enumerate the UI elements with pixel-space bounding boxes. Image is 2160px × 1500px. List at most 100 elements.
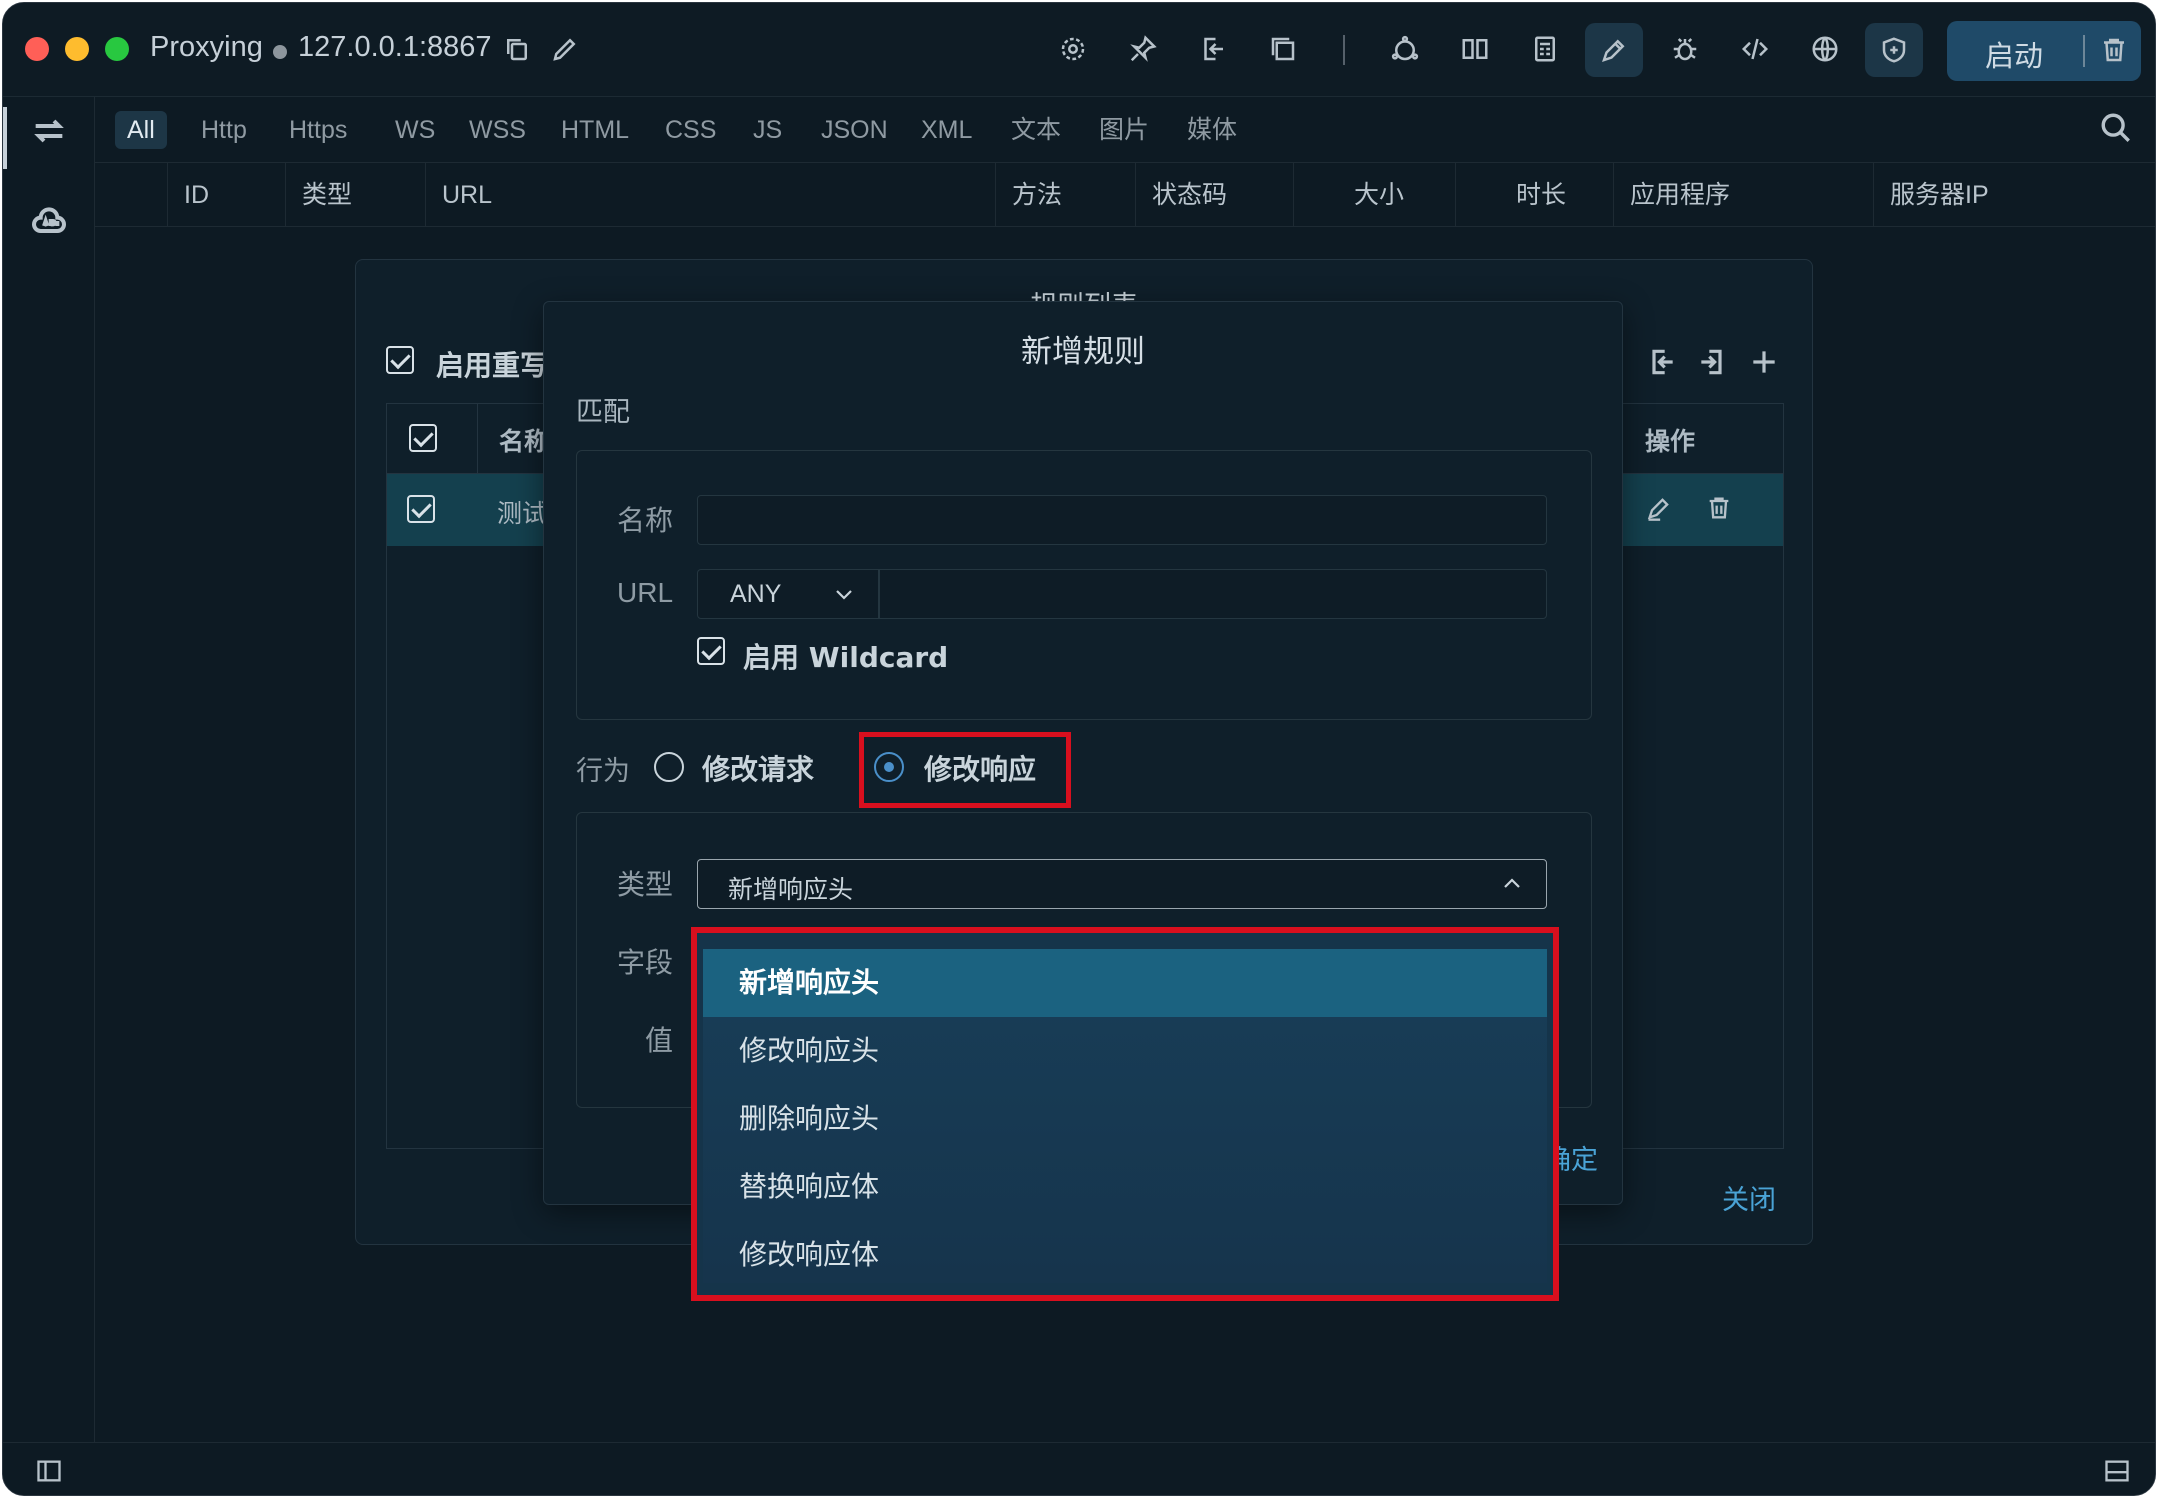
chevron-down-icon (832, 582, 858, 608)
edit-icon[interactable] (1645, 494, 1675, 524)
app-title: Proxying (150, 31, 263, 63)
panel-toggle-icon[interactable] (2103, 1457, 2133, 1487)
divider (477, 404, 478, 474)
option-replace-response-body[interactable]: 替换响应体 (703, 1153, 1547, 1221)
chevron-up-icon (1500, 872, 1526, 898)
proxy-address: 127.0.0.1:8867 (298, 31, 492, 63)
status-bar (3, 1442, 2155, 1495)
option-modify-response-body[interactable]: 修改响应体 (703, 1221, 1547, 1289)
app-window: Proxying 127.0.0.1:8867 启动 All Http Http… (2, 2, 2156, 1496)
option-add-response-header[interactable]: 新增响应头 (703, 949, 1547, 1017)
api-cloud-icon[interactable] (29, 201, 69, 241)
wildcard-checkbox[interactable]: 启用 Wildcard (697, 637, 948, 674)
left-sidebar (3, 97, 95, 1442)
highlight-box (859, 732, 1071, 808)
rule-name-input[interactable] (697, 495, 1547, 545)
url-method-select[interactable]: ANY (697, 569, 879, 619)
pen-rewrite-icon[interactable] (1585, 23, 1643, 77)
url-method-value: ANY (730, 580, 782, 608)
match-panel: 名称 URL ANY 启用 Wildcard (576, 450, 1592, 720)
active-indicator (3, 107, 7, 169)
import-icon[interactable] (1646, 346, 1682, 382)
edit-address-icon[interactable] (547, 31, 583, 67)
rule-row-checkbox[interactable] (407, 495, 435, 523)
tab-images[interactable]: 图片 (1087, 111, 1161, 149)
wildcard-label: 启用 Wildcard (743, 641, 949, 674)
close-button[interactable]: 关闭 (1722, 1178, 1776, 1217)
column-type[interactable]: 类型 (285, 163, 425, 227)
shield-icon[interactable] (1865, 23, 1923, 77)
copy-address-icon[interactable] (499, 31, 535, 67)
pin-icon[interactable] (1125, 31, 1161, 67)
tab-css[interactable]: CSS (653, 111, 728, 149)
url-input[interactable] (879, 569, 1547, 619)
tab-xml[interactable]: XML (909, 111, 984, 149)
split-view-icon[interactable] (1457, 31, 1493, 67)
title-bar: Proxying 127.0.0.1:8867 启动 (3, 3, 2155, 97)
trash-icon[interactable] (2099, 35, 2131, 67)
checkbox-checked[interactable] (697, 637, 725, 665)
column-url[interactable]: URL (425, 163, 995, 227)
tab-html[interactable]: HTML (549, 111, 641, 149)
request-table-header: ID 类型 URL 方法 状态码 大小 时长 应用程序 服务器IP (95, 163, 2155, 227)
name-label: 名称 (617, 504, 674, 537)
modify-request-radio[interactable] (654, 752, 684, 782)
globe-icon[interactable] (1807, 31, 1843, 67)
tab-ws[interactable]: WS (383, 111, 447, 149)
rule-header-action: 操作 (1645, 427, 1696, 456)
close-window-button[interactable] (25, 37, 49, 61)
enable-rewrite-checkbox[interactable]: 启用重写 (386, 346, 548, 382)
calculator-icon[interactable] (1527, 31, 1563, 67)
column-method[interactable]: 方法 (995, 163, 1135, 227)
field-label: 字段 (617, 946, 674, 979)
bug-icon[interactable] (1667, 31, 1703, 67)
column-status[interactable]: 状态码 (1135, 163, 1293, 227)
modify-request-label: 修改请求 (702, 753, 815, 786)
tab-media[interactable]: 媒体 (1175, 111, 1249, 149)
start-button[interactable]: 启动 (1947, 21, 2141, 81)
tab-json[interactable]: JSON (809, 111, 900, 149)
code-icon[interactable] (1737, 31, 1773, 67)
column-duration[interactable]: 时长 (1455, 163, 1613, 227)
type-dropdown-list: 新增响应头 修改响应头 删除响应头 替换响应体 修改响应体 (691, 927, 1559, 1301)
select-all-checkbox[interactable] (409, 424, 437, 452)
match-section-label: 匹配 (576, 397, 630, 428)
start-button-separator (2083, 35, 2085, 67)
column-application[interactable]: 应用程序 (1613, 163, 1873, 227)
settings-icon[interactable] (1055, 31, 1091, 67)
add-rule-icon[interactable] (1748, 346, 1784, 382)
value-label: 值 (645, 1024, 674, 1057)
export-icon[interactable] (1195, 31, 1231, 67)
option-modify-response-header[interactable]: 修改响应头 (703, 1017, 1547, 1085)
nat-icon[interactable] (1387, 31, 1423, 67)
tab-http[interactable]: Http (189, 111, 259, 149)
column-server-ip[interactable]: 服务器IP (1873, 163, 2155, 227)
delete-icon[interactable] (1705, 494, 1735, 524)
option-delete-response-header[interactable]: 删除响应头 (703, 1085, 1547, 1153)
column-size[interactable]: 大小 (1293, 163, 1455, 227)
tab-text[interactable]: 文本 (999, 111, 1073, 149)
url-label: URL (617, 577, 674, 608)
type-select-value: 新增响应头 (728, 875, 854, 904)
sidebar-toggle-icon[interactable] (35, 1457, 65, 1487)
type-select[interactable]: 新增响应头 (697, 859, 1547, 909)
start-button-label: 启动 (1985, 39, 2044, 73)
tab-https[interactable]: Https (277, 111, 359, 149)
search-icon[interactable] (2099, 111, 2135, 147)
column-id[interactable]: ID (167, 163, 285, 227)
filter-tabs: All Http Https WS WSS HTML CSS JS JSON X… (95, 97, 2155, 163)
tab-all[interactable]: All (115, 111, 167, 149)
window-icon[interactable] (1265, 31, 1301, 67)
checkbox-checked[interactable] (386, 346, 414, 374)
dropdown-options: 新增响应头 修改响应头 删除响应头 替换响应体 修改响应体 (703, 949, 1547, 1283)
tab-wss[interactable]: WSS (457, 111, 538, 149)
enable-rewrite-label: 启用重写 (436, 349, 549, 382)
rule-row-name: 测试 (497, 499, 548, 528)
sync-icon[interactable] (29, 111, 69, 151)
tab-js[interactable]: JS (741, 111, 794, 149)
export-rules-icon[interactable] (1696, 346, 1732, 382)
behavior-label: 行为 (576, 756, 630, 787)
rule-header-name: 名称 (499, 427, 550, 456)
maximize-window-button[interactable] (105, 37, 129, 61)
minimize-window-button[interactable] (65, 37, 89, 61)
